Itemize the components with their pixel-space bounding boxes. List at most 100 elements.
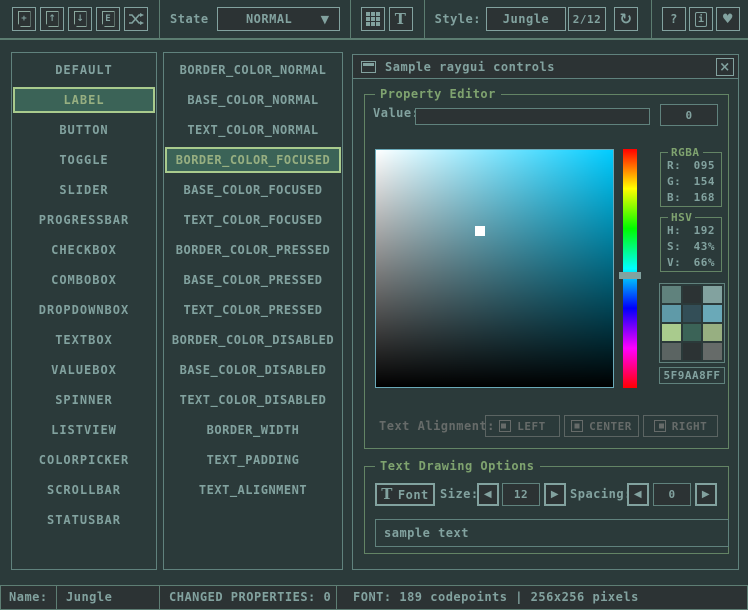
save-file-button[interactable]: ↓: [68, 7, 92, 31]
align-center-button[interactable]: CENTER: [564, 415, 639, 437]
color-swatch[interactable]: [683, 343, 702, 360]
list-item-text_color_focused[interactable]: TEXT_COLOR_FOCUSED: [165, 207, 341, 233]
spacing-decrease-button[interactable]: ◀: [627, 483, 649, 506]
group-title: HSV: [668, 211, 695, 224]
color-swatch[interactable]: [683, 324, 702, 341]
color-swatch[interactable]: [662, 324, 681, 341]
close-icon: ×: [719, 60, 730, 75]
align-left-button[interactable]: LEFT: [485, 415, 560, 437]
hue-slider-handle[interactable]: [619, 272, 641, 279]
font-viewer-button[interactable]: T: [389, 7, 413, 31]
random-style-button[interactable]: [124, 7, 148, 31]
align-button-label: CENTER: [589, 420, 632, 433]
list-item-text_padding[interactable]: TEXT_PADDING: [165, 447, 341, 473]
list-item-textbox[interactable]: TEXTBOX: [13, 327, 155, 353]
list-item-border_color_focused[interactable]: BORDER_COLOR_FOCUSED: [165, 147, 341, 173]
list-item-text_color_disabled[interactable]: TEXT_COLOR_DISABLED: [165, 387, 341, 413]
window-icon: [361, 61, 376, 73]
new-file-button[interactable]: +: [12, 7, 36, 31]
open-file-button[interactable]: ↑: [40, 7, 64, 31]
value-label: G:: [667, 174, 681, 190]
size-value-box[interactable]: 12: [502, 483, 540, 506]
statusbar-style-name: Jungle: [56, 585, 160, 610]
list-item-base_color_pressed[interactable]: BASE_COLOR_PRESSED: [165, 267, 341, 293]
info-icon: i: [695, 12, 707, 27]
color-value-row: H:192: [661, 223, 721, 239]
list-item-progressbar[interactable]: PROGRESSBAR: [13, 207, 155, 233]
list-item-border_color_normal[interactable]: BORDER_COLOR_NORMAL: [165, 57, 341, 83]
color-swatch[interactable]: [703, 343, 722, 360]
spacing-increase-button[interactable]: ▶: [695, 483, 717, 506]
color-cursor[interactable]: [475, 226, 485, 236]
color-swatch[interactable]: [703, 324, 722, 341]
list-item-colorpicker[interactable]: COLORPICKER: [13, 447, 155, 473]
saturation-value-panel[interactable]: [375, 149, 614, 388]
color-swatch[interactable]: [683, 286, 702, 303]
value-text: 43%: [694, 239, 715, 255]
font-button[interactable]: T Font: [375, 483, 435, 506]
align-right-button[interactable]: RIGHT: [643, 415, 718, 437]
list-item-base_color_disabled[interactable]: BASE_COLOR_DISABLED: [165, 357, 341, 383]
help-icon: ?: [670, 12, 678, 26]
window-titlebar[interactable]: Sample raygui controls ×: [353, 55, 738, 79]
list-item-border_width[interactable]: BORDER_WIDTH: [165, 417, 341, 443]
value-count-box[interactable]: 0: [660, 104, 718, 126]
align-button-label: RIGHT: [672, 420, 708, 433]
info-button[interactable]: i: [689, 7, 713, 31]
list-item-toggle[interactable]: TOGGLE: [13, 147, 155, 173]
color-swatch[interactable]: [703, 286, 722, 303]
align-button-label: LEFT: [517, 420, 546, 433]
list-item-button[interactable]: BUTTON: [13, 117, 155, 143]
style-color-palette: [659, 283, 725, 363]
grid-icon: [366, 12, 380, 26]
sponsor-button[interactable]: ♥: [716, 7, 740, 31]
list-item-valuebox[interactable]: VALUEBOX: [13, 357, 155, 383]
style-table-button[interactable]: [361, 7, 385, 31]
list-item-text_alignment[interactable]: TEXT_ALIGNMENT: [165, 477, 341, 503]
reload-icon: ↻: [619, 10, 632, 28]
statusbar-font-info: FONT: 189 codepoints | 256x256 pixels: [336, 585, 748, 610]
color-swatch[interactable]: [662, 343, 681, 360]
align-left-icon: [499, 420, 511, 432]
color-swatch[interactable]: [662, 305, 681, 322]
color-swatch[interactable]: [703, 305, 722, 322]
help-button[interactable]: ?: [662, 7, 686, 31]
export-file-button[interactable]: E: [96, 7, 120, 31]
hue-bar[interactable]: [623, 149, 637, 388]
spacing-value-box[interactable]: 0: [653, 483, 691, 506]
list-item-spinner[interactable]: SPINNER: [13, 387, 155, 413]
list-item-text_color_normal[interactable]: TEXT_COLOR_NORMAL: [165, 117, 341, 143]
list-item-text_color_pressed[interactable]: TEXT_COLOR_PRESSED: [165, 297, 341, 323]
color-swatch[interactable]: [662, 286, 681, 303]
color-value-row: V:66%: [661, 255, 721, 271]
value-input[interactable]: [415, 108, 650, 125]
arrow-right-icon: ▶: [551, 489, 559, 500]
reload-style-button[interactable]: ↻: [614, 7, 638, 31]
list-item-label[interactable]: LABEL: [13, 87, 155, 113]
state-dropdown[interactable]: NORMAL ▼: [217, 7, 340, 31]
list-item-base_color_focused[interactable]: BASE_COLOR_FOCUSED: [165, 177, 341, 203]
color-swatch[interactable]: [683, 305, 702, 322]
group-title: Property Editor: [375, 87, 501, 101]
list-item-default[interactable]: DEFAULT: [13, 57, 155, 83]
style-counter: 2/12: [568, 7, 606, 31]
property-editor-group: Property Editor Value: 0 RGBA R:095G:154…: [364, 94, 729, 449]
list-item-combobox[interactable]: COMBOBOX: [13, 267, 155, 293]
open-file-icon: ↑: [46, 11, 59, 27]
list-item-checkbox[interactable]: CHECKBOX: [13, 237, 155, 263]
list-item-border_color_disabled[interactable]: BORDER_COLOR_DISABLED: [165, 327, 341, 353]
list-item-border_color_pressed[interactable]: BORDER_COLOR_PRESSED: [165, 237, 341, 263]
list-item-scrollbar[interactable]: SCROLLBAR: [13, 477, 155, 503]
hex-color-value[interactable]: 5F9AA8FF: [659, 367, 725, 384]
list-item-listview[interactable]: LISTVIEW: [13, 417, 155, 443]
list-item-statusbar[interactable]: STATUSBAR: [13, 507, 155, 533]
size-decrease-button[interactable]: ◀: [477, 483, 499, 506]
list-item-dropdownbox[interactable]: DROPDOWNBOX: [13, 297, 155, 323]
close-button[interactable]: ×: [716, 58, 734, 76]
list-item-base_color_normal[interactable]: BASE_COLOR_NORMAL: [165, 87, 341, 113]
file-button-group: + ↑ ↓ E: [12, 7, 148, 31]
sample-text-input[interactable]: sample text: [375, 519, 729, 547]
size-increase-button[interactable]: ▶: [544, 483, 566, 506]
list-item-slider[interactable]: SLIDER: [13, 177, 155, 203]
style-name-button[interactable]: Jungle: [486, 7, 566, 31]
